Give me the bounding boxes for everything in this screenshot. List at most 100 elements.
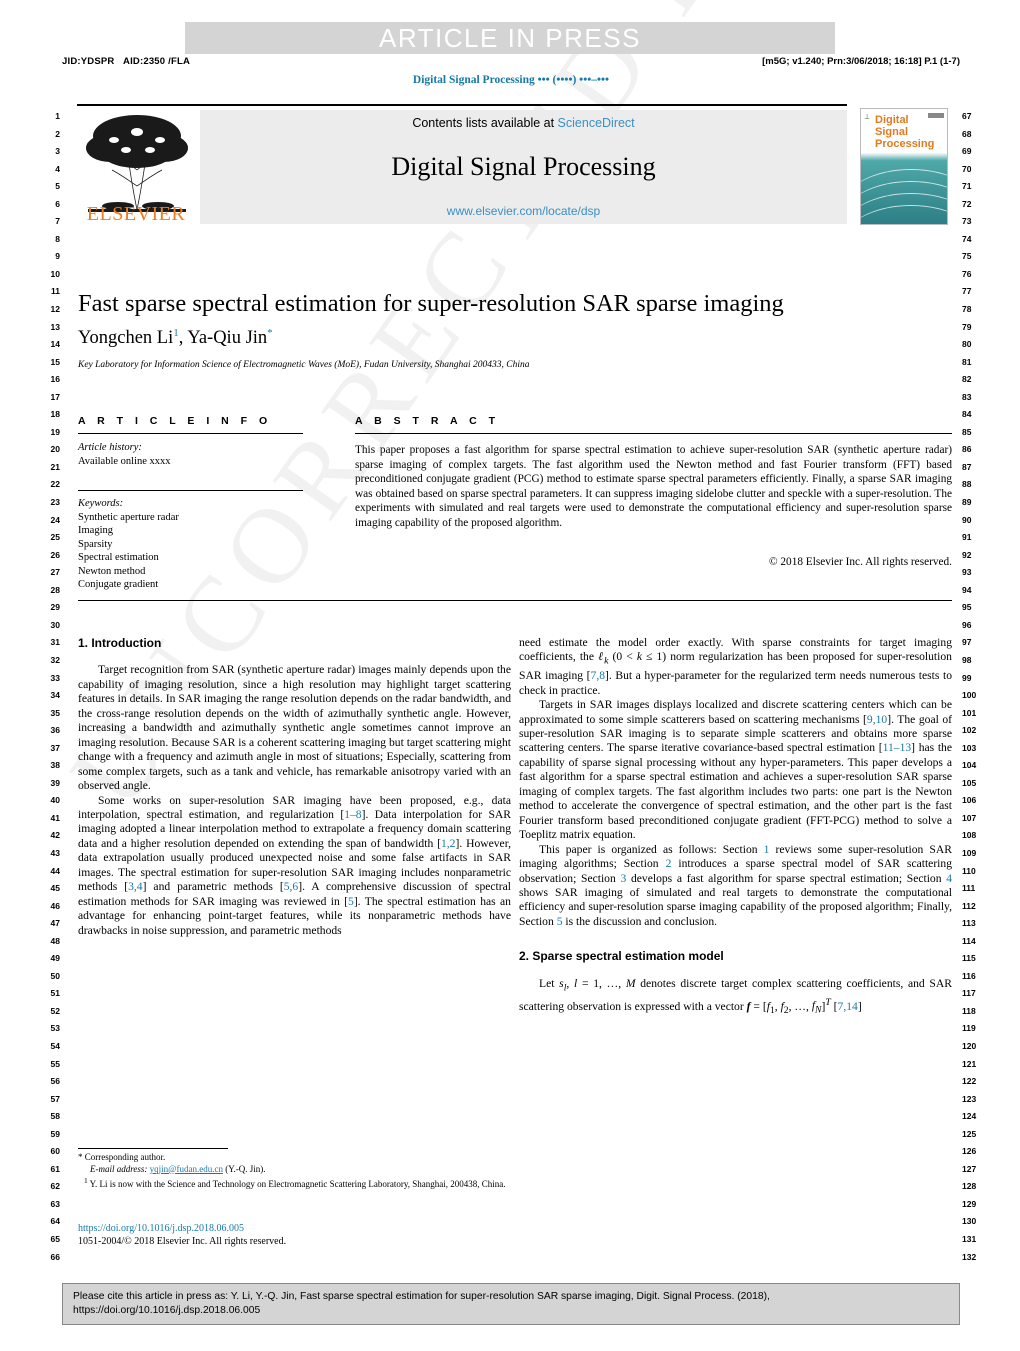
journal-homepage-link[interactable]: www.elsevier.com/locate/dsp bbox=[200, 204, 847, 218]
line-number: 28 bbox=[50, 584, 60, 595]
email-link[interactable]: yqjin@fudan.edu.cn bbox=[150, 1164, 223, 1174]
line-number: 46 bbox=[50, 900, 60, 911]
article-history-block: Article history: Available online xxxx bbox=[78, 441, 306, 468]
line-number: 115 bbox=[962, 953, 976, 964]
line-number: 38 bbox=[50, 760, 60, 771]
line-number: 30 bbox=[50, 619, 60, 630]
line-number: 102 bbox=[962, 725, 977, 736]
line-number: 32 bbox=[50, 654, 60, 665]
line-number: 99 bbox=[962, 672, 972, 683]
corresponding-author-note: * Corresponding author. bbox=[78, 1152, 166, 1162]
abstract-heading: A B S T R A C T bbox=[355, 415, 500, 427]
line-number: 109 bbox=[962, 847, 977, 858]
keyword-item: Imaging bbox=[78, 525, 113, 536]
line-number: 122 bbox=[962, 1076, 977, 1087]
line-number: 104 bbox=[962, 760, 977, 771]
line-number: 131 bbox=[962, 1234, 977, 1244]
line-number: 14 bbox=[50, 339, 60, 350]
section-heading-introduction: 1. Introduction bbox=[78, 636, 162, 650]
line-number: 53 bbox=[50, 1023, 60, 1034]
line-number: 126 bbox=[962, 1146, 977, 1157]
line-number: 61 bbox=[50, 1163, 60, 1174]
line-number: 100 bbox=[962, 690, 977, 701]
line-number: 98 bbox=[962, 654, 972, 665]
line-number: 48 bbox=[50, 935, 60, 946]
line-number: 21 bbox=[50, 461, 60, 472]
line-number: 59 bbox=[50, 1128, 60, 1139]
keyword-item: Conjugate gradient bbox=[78, 579, 159, 590]
line-number: 75 bbox=[962, 251, 972, 262]
contents-prefix: Contents lists available at bbox=[412, 116, 558, 130]
line-number: 76 bbox=[962, 268, 972, 279]
paragraph: Let sl, l = 1, …, M denotes discrete tar… bbox=[519, 976, 952, 1016]
line-number: 12 bbox=[50, 304, 60, 315]
line-number: 77 bbox=[962, 286, 972, 297]
line-number: 27 bbox=[50, 567, 60, 578]
line-number: 73 bbox=[962, 216, 972, 227]
doi-link[interactable]: https://doi.org/10.1016/j.dsp.2018.06.00… bbox=[78, 1222, 511, 1235]
line-number: 84 bbox=[962, 409, 972, 420]
line-number: 34 bbox=[50, 690, 60, 701]
line-number: 44 bbox=[50, 865, 60, 876]
line-number: 6 bbox=[55, 198, 60, 209]
line-number: 55 bbox=[50, 1058, 60, 1069]
keywords-label: Keywords: bbox=[78, 498, 124, 509]
email-suffix: (Y.-Q. Jin). bbox=[225, 1163, 266, 1174]
line-number: 2 bbox=[55, 128, 60, 139]
line-number: 95 bbox=[962, 602, 972, 613]
line-number: 24 bbox=[50, 514, 60, 525]
line-number: 92 bbox=[962, 549, 972, 560]
cite-this-article-box: Please cite this article in press as: Y.… bbox=[62, 1283, 960, 1325]
paragraph: Target recognition from SAR (synthetic a… bbox=[78, 663, 511, 793]
journal-cover-thumbnail: ⊥ Digital Signal Processing bbox=[860, 108, 948, 225]
line-number: 42 bbox=[50, 830, 60, 841]
line-number: 68 bbox=[962, 128, 972, 139]
contents-available-line: Contents lists available at ScienceDirec… bbox=[200, 116, 847, 130]
line-number: 49 bbox=[50, 953, 60, 964]
line-number: 108 bbox=[962, 830, 977, 841]
line-number: 114 bbox=[962, 935, 976, 946]
line-number: 36 bbox=[50, 725, 60, 736]
keyword-item: Synthetic aperture radar bbox=[78, 511, 179, 523]
line-number: 106 bbox=[962, 795, 977, 806]
corresponding-author-marker[interactable]: * bbox=[267, 327, 273, 339]
email-note: E-mail address: yqjin@fudan.edu.cn (Y.-Q… bbox=[78, 1164, 511, 1176]
aid-label: AID:2350 /FLA bbox=[123, 56, 191, 67]
elsevier-wordmark: ELSEVIER bbox=[86, 203, 186, 225]
footnote-rule bbox=[78, 1148, 228, 1149]
email-label: E-mail address: bbox=[90, 1163, 148, 1174]
line-number: 111 bbox=[962, 883, 976, 894]
line-number: 69 bbox=[962, 146, 972, 157]
line-number: 91 bbox=[962, 532, 972, 543]
line-number: 65 bbox=[50, 1234, 60, 1244]
copyright-line: © 2018 Elsevier Inc. All rights reserved… bbox=[768, 556, 952, 568]
line-number: 57 bbox=[50, 1093, 60, 1104]
article-in-press-label: ARTICLE IN PRESS bbox=[379, 23, 641, 53]
line-number: 41 bbox=[50, 812, 60, 823]
keyword-item: Sparsity bbox=[78, 538, 113, 550]
line-number: 128 bbox=[962, 1181, 977, 1192]
line-number: 88 bbox=[962, 479, 972, 490]
line-number: 117 bbox=[962, 988, 976, 999]
line-number: 16 bbox=[50, 374, 60, 385]
line-number: 101 bbox=[962, 707, 977, 718]
line-number: 51 bbox=[50, 988, 60, 999]
line-number: 83 bbox=[962, 391, 972, 402]
build-stamp: [m5G; v1.240; Prn:3/06/2018; 16:18] P.1 … bbox=[762, 56, 960, 67]
line-number: 105 bbox=[962, 777, 977, 788]
line-number: 60 bbox=[50, 1146, 60, 1157]
line-number: 4 bbox=[55, 163, 60, 174]
article-info-rule-top bbox=[78, 433, 303, 434]
article-history-value: Available online xxxx bbox=[78, 455, 171, 467]
line-number: 3 bbox=[55, 146, 60, 157]
sciencedirect-link[interactable]: ScienceDirect bbox=[558, 116, 635, 130]
line-number: 47 bbox=[50, 918, 60, 929]
keyword-item: Newton method bbox=[78, 565, 146, 577]
line-number: 87 bbox=[962, 461, 972, 472]
line-number: 90 bbox=[962, 514, 972, 525]
header-body-divider bbox=[78, 600, 952, 601]
line-number: 40 bbox=[50, 795, 60, 806]
line-number: 129 bbox=[962, 1198, 977, 1209]
paragraph: need estimate the model order exactly. W… bbox=[519, 636, 952, 697]
article-info-rule-mid bbox=[78, 490, 303, 491]
